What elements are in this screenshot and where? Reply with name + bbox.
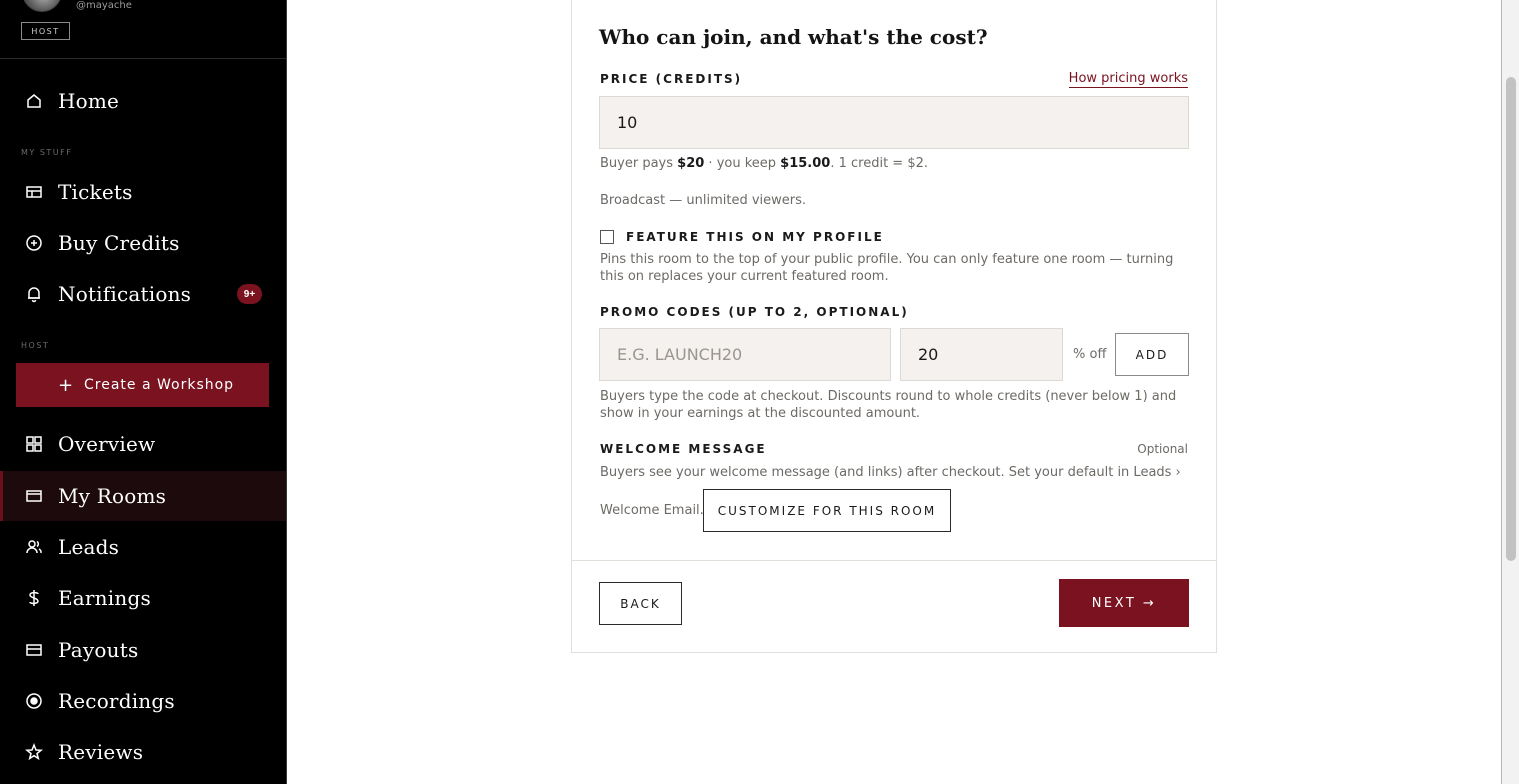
price-help-suffix: . 1 credit = $2. (830, 156, 929, 171)
percent-off-label: % off (1073, 347, 1107, 362)
welcome-message-label: WELCOME MESSAGE (600, 442, 767, 456)
create-workshop-button[interactable]: + Create a Workshop (16, 363, 269, 407)
sidebar-item-home[interactable]: Home (0, 77, 286, 125)
sidebar-item-label: Reviews (58, 740, 144, 764)
scrollbar-thumb[interactable] (1506, 77, 1516, 561)
home-icon (25, 92, 43, 110)
sidebar-item-notifications[interactable]: Notifications 9+ (0, 270, 286, 318)
star-icon (25, 743, 43, 761)
footer-divider (572, 560, 1216, 561)
notification-count-badge: 9+ (237, 284, 262, 304)
sidebar-item-reviews[interactable]: Reviews (0, 728, 286, 776)
you-keep-value: $15.00 (780, 156, 831, 171)
price-input[interactable]: 10 (599, 96, 1189, 149)
welcome-email-link[interactable]: Welcome Email. (600, 502, 704, 519)
price-help-prefix: Buyer pays (600, 156, 678, 171)
sidebar-item-label: Buy Credits (58, 231, 180, 255)
card-icon (25, 641, 43, 659)
sidebar-item-payouts[interactable]: Payouts (0, 626, 286, 674)
sidebar-item-label: My Rooms (58, 484, 167, 508)
promo-help: Buyers type the code at checkout. Discou… (600, 389, 1177, 421)
window-icon (25, 487, 43, 505)
sidebar-item-earnings[interactable]: Earnings (0, 574, 286, 622)
sidebar-item-label: Recordings (58, 689, 175, 713)
sidebar-item-leads[interactable]: Leads (0, 523, 286, 571)
sidebar-item-recordings[interactable]: Recordings (0, 677, 286, 725)
page-title: Who can join, and what's the cost? (599, 25, 988, 49)
promo-percent-input[interactable]: 20 (900, 328, 1063, 381)
record-icon (25, 692, 43, 710)
sidebar-item-my-rooms[interactable]: My Rooms (0, 471, 286, 521)
sidebar: @mayache HOST Home MY STUFF Tickets Buy … (0, 0, 286, 784)
feature-label[interactable]: FEATURE THIS ON MY PROFILE (626, 230, 884, 244)
sidebar-border (286, 0, 287, 784)
sidebar-item-label: Overview (58, 432, 156, 456)
price-help-middle: · you keep (704, 156, 781, 171)
promo-code-input[interactable]: E.G. LAUNCH20 (599, 328, 891, 381)
price-label: PRICE (CREDITS) (600, 72, 743, 86)
bell-icon (25, 285, 43, 303)
customize-room-button[interactable]: CUSTOMIZE FOR THIS ROOM (703, 489, 951, 532)
sidebar-item-buy-credits[interactable]: Buy Credits (0, 219, 286, 267)
feature-help: Pins this room to the top of your public… (600, 252, 1174, 284)
sidebar-item-overview[interactable]: Overview (0, 420, 286, 468)
sidebar-item-tickets[interactable]: Tickets (0, 168, 286, 216)
sidebar-item-label: Notifications (58, 282, 192, 306)
promo-codes-label: PROMO CODES (UP TO 2, OPTIONAL) (600, 305, 909, 319)
sidebar-item-label: Home (58, 89, 120, 113)
sidebar-item-label: Earnings (58, 586, 151, 610)
section-label-host: HOST (21, 341, 50, 350)
create-workshop-label: Create a Workshop (84, 377, 235, 393)
sidebar-item-label: Tickets (58, 180, 133, 204)
user-handle: @mayache (76, 0, 132, 11)
section-label-my-stuff: MY STUFF (21, 148, 73, 157)
welcome-help: Buyers see your welcome message (and lin… (600, 465, 1181, 480)
price-help: Buyer pays $20 · you keep $15.00. 1 cred… (600, 155, 928, 172)
grid-icon (25, 435, 43, 453)
optional-tag: Optional (1137, 442, 1188, 456)
sidebar-item-label: Payouts (58, 638, 139, 662)
feature-checkbox[interactable] (600, 230, 614, 244)
next-button[interactable]: NEXT → (1059, 579, 1189, 627)
broadcast-note: Broadcast — unlimited viewers. (600, 193, 807, 208)
page-scrollbar[interactable] (1501, 0, 1519, 784)
plus-circle-icon (25, 234, 43, 252)
ticket-icon (25, 183, 43, 201)
add-promo-button[interactable]: ADD (1115, 333, 1189, 376)
back-button[interactable]: BACK (599, 582, 682, 625)
buyer-pays-value: $20 (677, 156, 705, 171)
users-icon (25, 538, 43, 556)
dollar-icon (25, 589, 43, 607)
how-pricing-works-link[interactable]: How pricing works (1068, 71, 1188, 88)
avatar[interactable] (22, 0, 62, 12)
sidebar-item-label: Leads (58, 535, 120, 559)
sidebar-divider (0, 58, 286, 59)
plus-icon: + (58, 374, 74, 396)
role-badge: HOST (21, 22, 70, 40)
